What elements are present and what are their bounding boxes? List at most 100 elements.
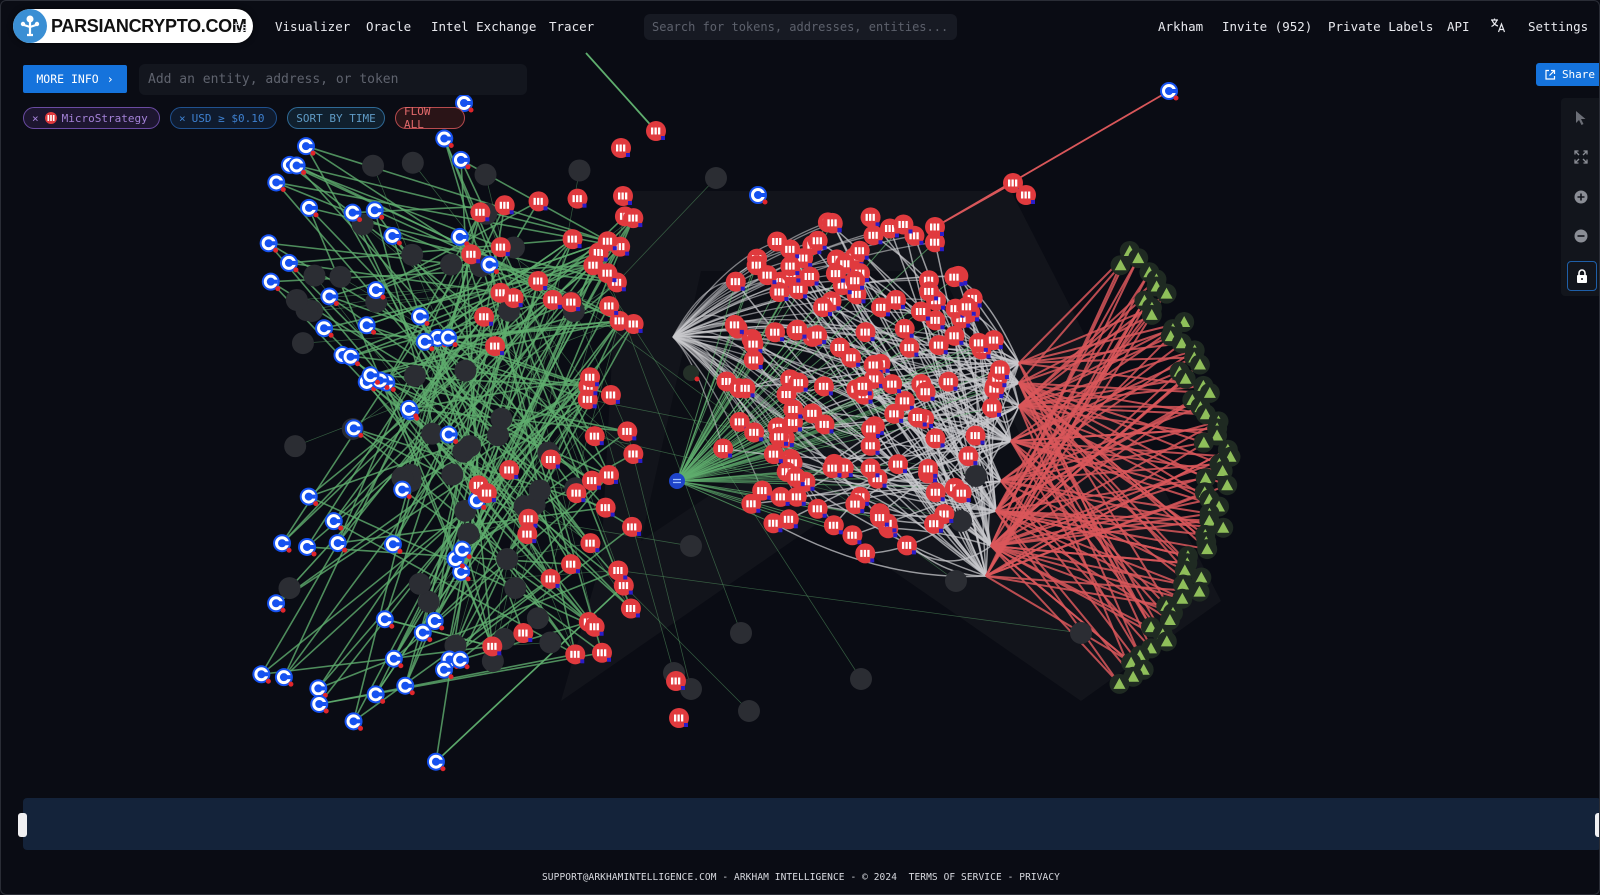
remove-filter-icon[interactable]: × (179, 112, 186, 125)
microstrategy-node (560, 554, 581, 575)
microstrategy-node (580, 533, 601, 554)
sort-by-time-button[interactable]: SORT BY TIME (287, 107, 385, 129)
microstrategy-node (989, 360, 1010, 381)
microstrategy-node (757, 265, 778, 286)
unlabeled-address-node (401, 243, 424, 266)
microstrategy-node (882, 374, 903, 395)
arkham-entity-node (1213, 517, 1234, 538)
microstrategy-node (852, 376, 873, 397)
microstrategy-node (770, 486, 791, 507)
microstrategy-node (608, 560, 629, 581)
microstrategy-node (599, 464, 620, 485)
coinbase-node (320, 287, 339, 306)
microstrategy-node (597, 263, 618, 284)
microstrategy-node (896, 535, 917, 556)
microstrategy-node (769, 282, 790, 303)
unlabeled-address-node (329, 265, 352, 288)
microstrategy-node (567, 188, 588, 209)
microstrategy-node (565, 644, 586, 665)
arkham-entity-node (1141, 304, 1162, 325)
nav-link-intel-exchange[interactable]: Intel Exchange (431, 19, 536, 34)
flow-all-button[interactable]: FLOW ALL (395, 105, 465, 131)
microstrategy-node (592, 642, 613, 663)
arkham-entity-node (1109, 673, 1130, 694)
share-button[interactable]: Share (1536, 63, 1599, 86)
microstrategy-node (713, 438, 734, 459)
nav-link-private-labels[interactable]: Private Labels (1328, 19, 1433, 34)
zoom-out-icon[interactable] (1567, 222, 1595, 250)
nav-link-invite[interactable]: Invite (952) (1222, 19, 1312, 34)
filter-chip-entity[interactable]: × MicroStrategy (23, 107, 160, 129)
translate-icon[interactable] (1490, 17, 1506, 36)
microstrategy-node (580, 367, 601, 388)
microstrategy-node (869, 507, 890, 528)
support-email-link[interactable]: SUPPORT@ARKHAMINTELLIGENCE.COM (542, 872, 717, 883)
microstrategy-node (928, 335, 949, 356)
pointer-icon[interactable] (1567, 104, 1595, 132)
nav-link-api[interactable]: API (1447, 19, 1470, 34)
microstrategy-node (842, 525, 863, 546)
nav-link-arkham[interactable]: Arkham (1158, 19, 1203, 34)
unlabeled-address-node (401, 151, 424, 174)
network-graph[interactable] (1, 1, 1600, 895)
unlabeled-address-node (539, 631, 562, 654)
arkham-entity-node (1193, 432, 1214, 453)
microstrategy-node (807, 498, 828, 519)
microstrategy-node (542, 289, 563, 310)
timeline-bar[interactable] (23, 798, 1599, 850)
coinbase-node (296, 137, 316, 156)
nav-link-settings[interactable]: Settings (1528, 19, 1588, 34)
microstrategy-node (907, 407, 928, 428)
microstrategy-node (494, 195, 515, 216)
microstrategy-node (863, 225, 884, 246)
microstrategy-node (476, 483, 497, 504)
filter-chip-usd[interactable]: × USD ≥ $0.10 (170, 107, 277, 129)
remove-filter-icon[interactable]: × (32, 112, 39, 125)
microstrategy-node (646, 121, 666, 141)
terms-of-service-link[interactable]: TERMS OF SERVICE (909, 872, 1002, 883)
nav-link-visualizer[interactable]: Visualizer (275, 19, 350, 34)
microstrategy-node (617, 421, 638, 442)
transfer-edge (585, 52, 657, 132)
microstrategy-node (822, 458, 843, 479)
microstrategy-node (741, 493, 762, 514)
microstrategy-node (765, 322, 786, 343)
zoom-in-icon[interactable] (1567, 183, 1595, 211)
microstrategy-node (807, 325, 828, 346)
microstrategy-node (958, 446, 979, 467)
microstrategy-node (982, 397, 1003, 418)
microstrategy-node (888, 454, 909, 475)
coinbase-node (279, 253, 299, 273)
microstrategy-node (599, 295, 620, 316)
sort-label: SORT BY TIME (296, 111, 376, 125)
unlabeled-address-node (568, 159, 591, 182)
add-entity-input[interactable] (146, 71, 527, 88)
microstrategy-node (951, 483, 972, 504)
global-search-input[interactable] (650, 19, 957, 35)
microstrategy-node (581, 470, 602, 491)
microstrategy-node (528, 191, 549, 212)
nav-link-alerts[interactable]: ts (233, 19, 248, 34)
microstrategy-node (899, 337, 920, 358)
coinbase-node (267, 173, 286, 192)
microstrategy-node (724, 314, 745, 335)
footer-separator: - (1001, 872, 1020, 883)
coinbase-node (344, 712, 364, 731)
timeline-end-handle[interactable] (1595, 813, 1599, 837)
microstrategy-node (503, 288, 524, 309)
app-frame: PARSIANCRYPTO.COM ts Visualizer Oracle I… (0, 0, 1600, 895)
lock-icon[interactable] (1567, 261, 1597, 291)
fit-screen-icon[interactable] (1567, 143, 1595, 171)
unlabeled-address-node (496, 548, 519, 571)
filter-entity-label: MicroStrategy (61, 111, 148, 125)
coinbase-node (315, 319, 334, 338)
timeline-start-handle[interactable] (18, 813, 27, 837)
privacy-link[interactable]: PRIVACY (1019, 872, 1060, 883)
nav-link-oracle[interactable]: Oracle (366, 19, 411, 34)
more-info-button[interactable]: MORE INFO › (23, 65, 127, 93)
microstrategy-node (780, 256, 801, 277)
microstrategy-node (915, 381, 936, 402)
unlabeled-address-node (303, 264, 326, 287)
microstrategy-node (490, 237, 511, 258)
nav-link-tracer[interactable]: Tracer (549, 19, 594, 34)
